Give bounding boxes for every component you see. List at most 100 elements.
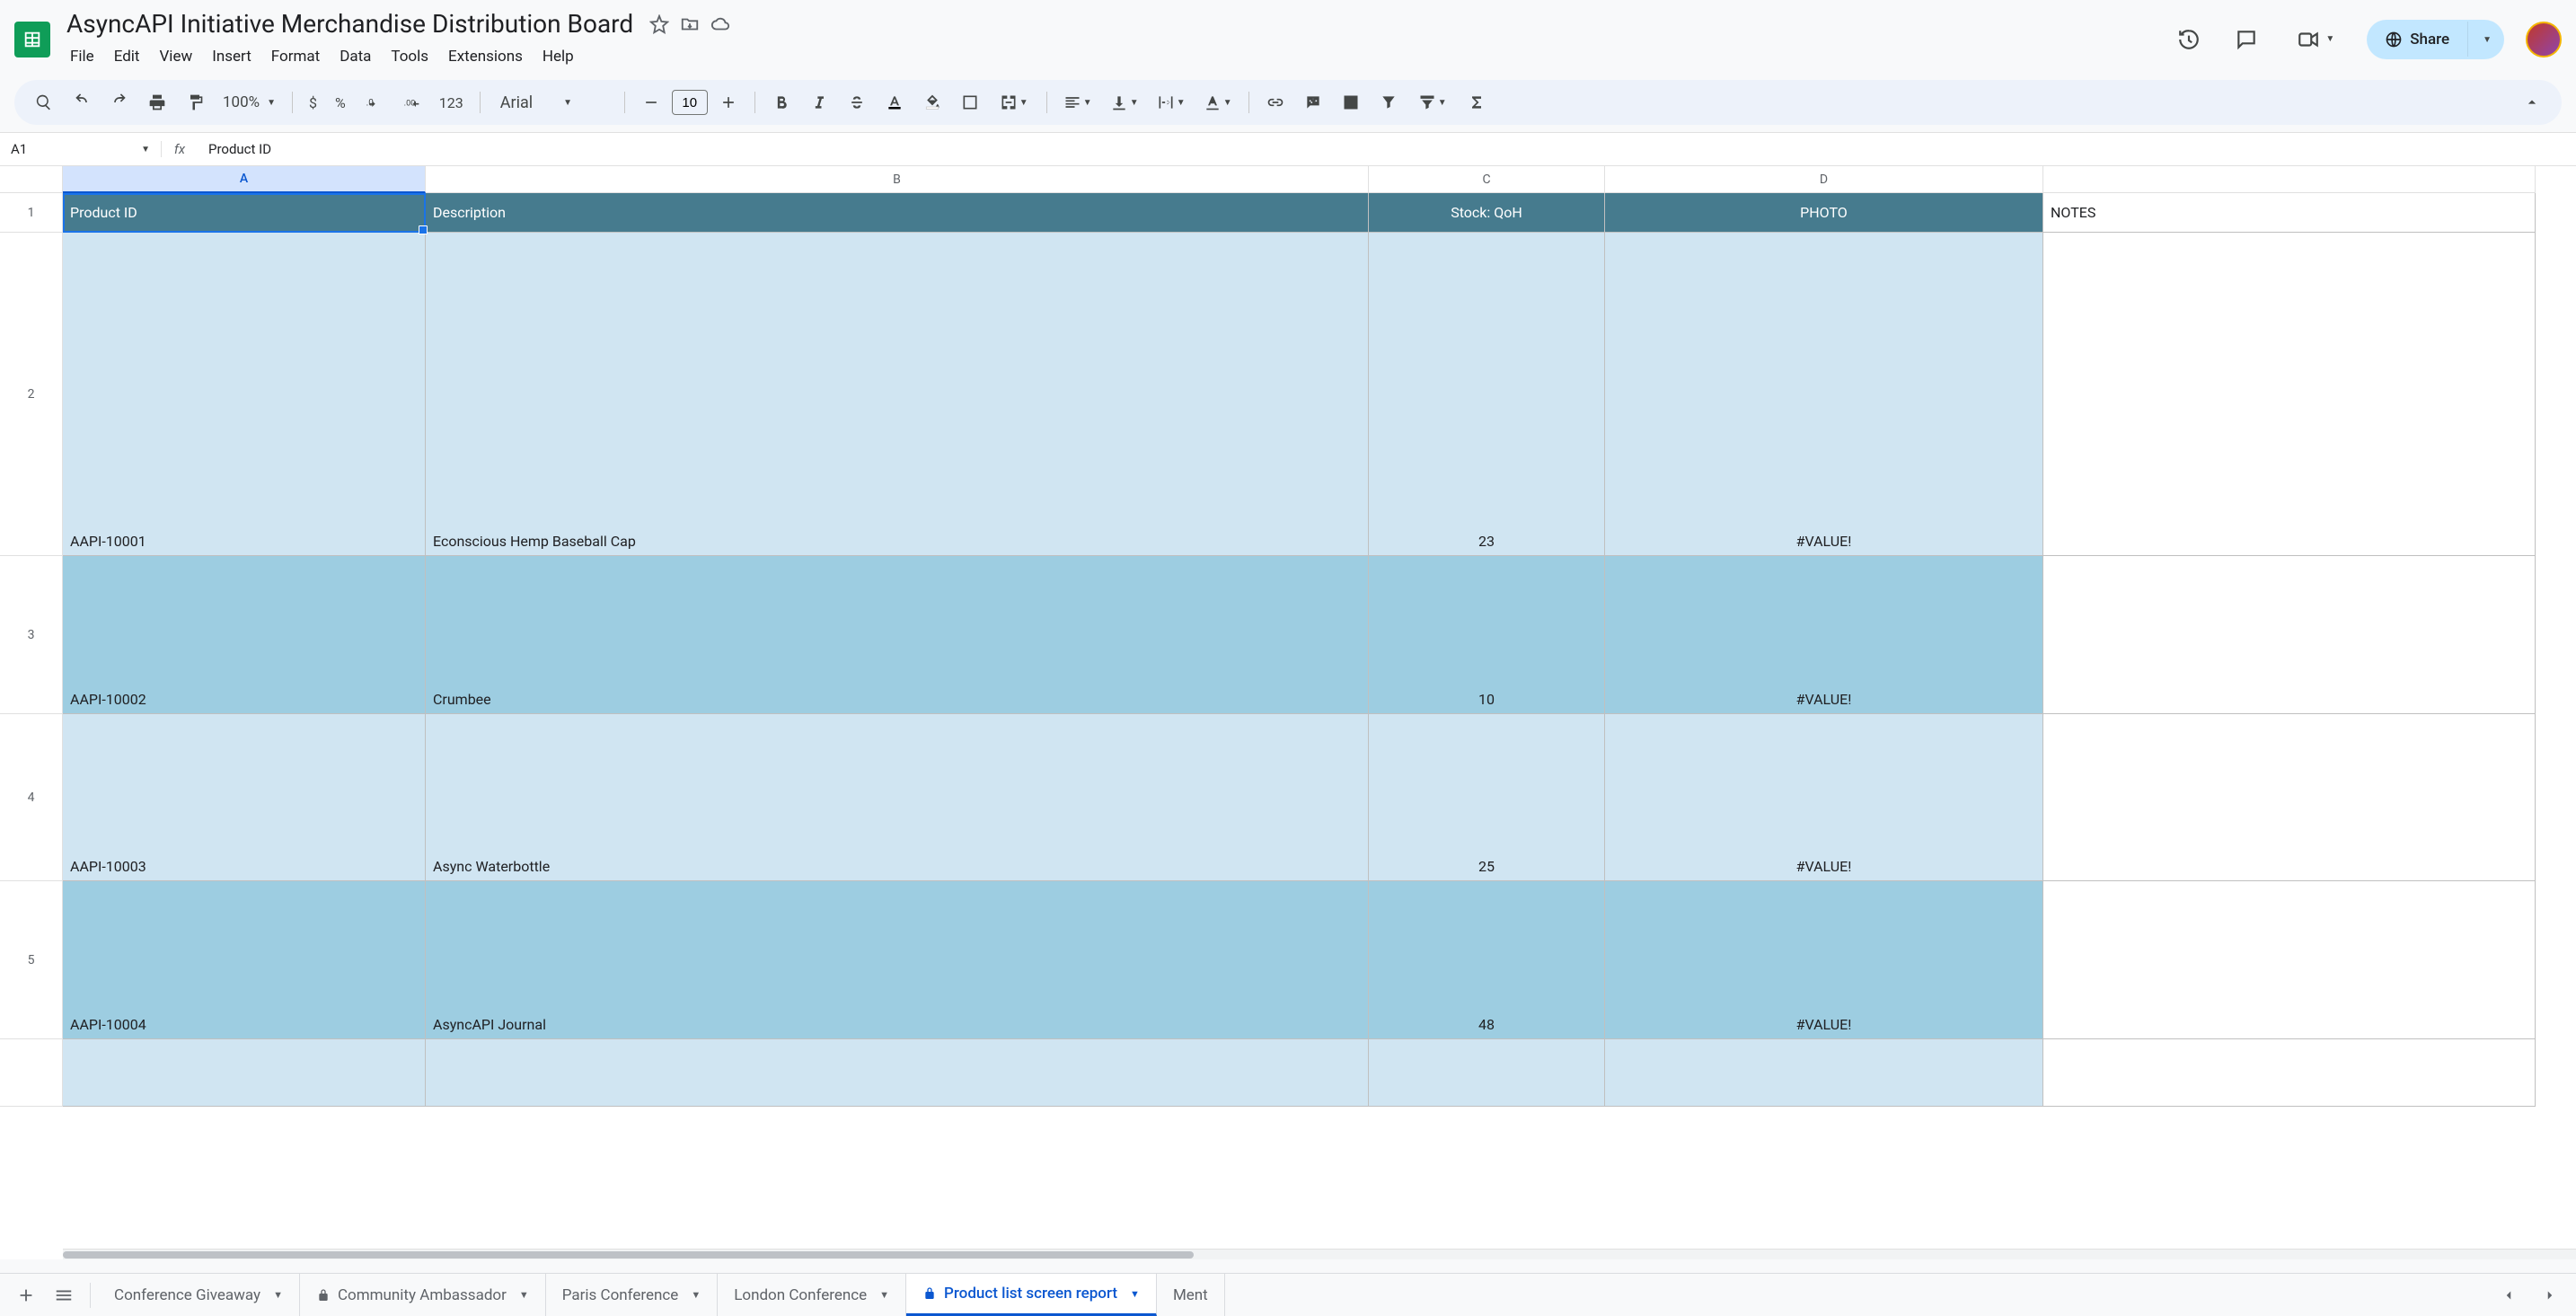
sheets-logo[interactable] (14, 22, 50, 57)
scroll-tabs-right-button[interactable] (2531, 1276, 2569, 1314)
font-size-input[interactable] (672, 90, 708, 115)
cell-d6[interactable] (1605, 1039, 2043, 1107)
undo-button[interactable] (65, 85, 99, 119)
column-header-d[interactable]: D (1605, 166, 2043, 193)
increase-decimal-button[interactable]: .00 (394, 85, 428, 119)
sheet-tab-community-ambassador[interactable]: Community Ambassador ▼ (300, 1274, 546, 1316)
vertical-align-button[interactable]: ▼ (1103, 85, 1146, 119)
redo-button[interactable] (102, 85, 137, 119)
cell-b6[interactable] (426, 1039, 1369, 1107)
text-wrap-button[interactable]: ▼ (1150, 85, 1193, 119)
more-formats-button[interactable]: 123 (432, 85, 471, 119)
merge-cells-button[interactable]: ▼ (991, 85, 1037, 119)
cell-b2[interactable]: Econscious Hemp Baseball Cap (426, 233, 1369, 556)
sheet-tab-paris-conference[interactable]: Paris Conference ▼ (546, 1274, 718, 1316)
cell-a6[interactable] (63, 1039, 426, 1107)
cell-e2[interactable] (2043, 233, 2536, 556)
cell-e1[interactable]: NOTES (2043, 193, 2536, 233)
sheet-tab-conference-giveaway[interactable]: Conference Giveaway ▼ (98, 1274, 300, 1316)
row-header-2[interactable]: 2 (0, 233, 63, 556)
borders-button[interactable] (953, 85, 987, 119)
paint-format-button[interactable] (178, 85, 212, 119)
increase-font-size-button[interactable] (711, 85, 745, 119)
row-header-5[interactable]: 5 (0, 881, 63, 1039)
row-header-1[interactable]: 1 (0, 193, 63, 233)
add-sheet-button[interactable] (7, 1276, 45, 1314)
meet-button[interactable]: ▼ (2286, 21, 2345, 58)
cell-c2[interactable]: 23 (1369, 233, 1605, 556)
print-button[interactable] (140, 85, 174, 119)
cell-d5[interactable]: #VALUE! (1605, 881, 2043, 1039)
column-header-a[interactable]: A (63, 166, 426, 193)
cell-b3[interactable]: Crumbee (426, 556, 1369, 714)
formula-input[interactable]: Product ID (198, 141, 2576, 157)
account-avatar[interactable] (2526, 22, 2562, 57)
column-header-e[interactable] (2043, 166, 2536, 193)
scrollbar-thumb[interactable] (63, 1251, 1194, 1259)
cell-c6[interactable] (1369, 1039, 1605, 1107)
cell-d4[interactable]: #VALUE! (1605, 714, 2043, 881)
fill-color-button[interactable] (915, 85, 949, 119)
row-header-3[interactable]: 3 (0, 556, 63, 714)
menu-help[interactable]: Help (534, 42, 583, 71)
cell-c4[interactable]: 25 (1369, 714, 1605, 881)
menu-tools[interactable]: Tools (382, 42, 437, 71)
menu-data[interactable]: Data (331, 42, 380, 71)
cell-c5[interactable]: 48 (1369, 881, 1605, 1039)
row-header-4[interactable]: 4 (0, 714, 63, 881)
collapse-toolbar-button[interactable] (2515, 85, 2549, 119)
select-all-corner[interactable] (0, 166, 63, 193)
cell-b5[interactable]: AsyncAPI Journal (426, 881, 1369, 1039)
cell-b4[interactable]: Async Waterbottle (426, 714, 1369, 881)
cell-a2[interactable]: AAPI-10001 (63, 233, 426, 556)
menu-file[interactable]: File (61, 42, 103, 71)
strikethrough-button[interactable] (840, 85, 874, 119)
all-sheets-button[interactable] (45, 1276, 83, 1314)
search-menus-button[interactable] (27, 85, 61, 119)
insert-chart-button[interactable] (1334, 85, 1368, 119)
cell-e4[interactable] (2043, 714, 2536, 881)
cell-e3[interactable] (2043, 556, 2536, 714)
menu-edit[interactable]: Edit (105, 42, 149, 71)
cell-a5[interactable]: AAPI-10004 (63, 881, 426, 1039)
cell-c1[interactable]: Stock: QoH (1369, 193, 1605, 233)
column-header-b[interactable]: B (426, 166, 1369, 193)
cell-e6[interactable] (2043, 1039, 2536, 1107)
text-rotation-button[interactable]: ▼ (1196, 85, 1239, 119)
functions-button[interactable] (1460, 85, 1494, 119)
comments-icon[interactable] (2228, 22, 2264, 57)
decrease-font-size-button[interactable] (634, 85, 668, 119)
italic-button[interactable] (802, 85, 836, 119)
sheet-tab-london-conference[interactable]: London Conference ▼ (718, 1274, 906, 1316)
menu-view[interactable]: View (150, 42, 201, 71)
filter-button[interactable] (1372, 85, 1406, 119)
horizontal-scrollbar[interactable] (63, 1249, 2576, 1259)
name-box[interactable]: A1 ▼ (0, 141, 162, 157)
cloud-saved-icon[interactable] (710, 14, 730, 34)
star-icon[interactable] (649, 14, 669, 34)
filter-views-button[interactable]: ▼ (1409, 85, 1456, 119)
font-select[interactable]: Arial ▼ (490, 85, 615, 119)
cell-d1[interactable]: PHOTO (1605, 193, 2043, 233)
text-color-button[interactable] (878, 85, 912, 119)
cell-a3[interactable]: AAPI-10002 (63, 556, 426, 714)
scroll-tabs-left-button[interactable] (2490, 1276, 2527, 1314)
insert-comment-button[interactable] (1296, 85, 1330, 119)
share-dropdown[interactable]: ▼ (2467, 22, 2504, 57)
cell-a1[interactable]: Product ID (63, 193, 426, 233)
decrease-decimal-button[interactable]: .0 (357, 85, 391, 119)
menu-insert[interactable]: Insert (203, 42, 260, 71)
column-header-c[interactable]: C (1369, 166, 1605, 193)
horizontal-align-button[interactable]: ▼ (1056, 85, 1099, 119)
bold-button[interactable] (764, 85, 798, 119)
format-currency-button[interactable]: $ (302, 85, 324, 119)
menu-format[interactable]: Format (262, 42, 329, 71)
format-percent-button[interactable]: % (328, 85, 353, 119)
sheet-tab-product-list-screen-report[interactable]: Product list screen report ▼ (906, 1274, 1157, 1316)
zoom-select[interactable]: 100% ▼ (216, 85, 283, 119)
row-header-6[interactable] (0, 1039, 63, 1107)
share-button[interactable]: Share (2367, 20, 2467, 59)
spreadsheet-grid[interactable]: A B C D 1 Product ID Description Stock: … (0, 166, 2576, 1107)
sheet-tab-truncated[interactable]: Ment (1157, 1274, 1225, 1316)
menu-extensions[interactable]: Extensions (439, 42, 532, 71)
